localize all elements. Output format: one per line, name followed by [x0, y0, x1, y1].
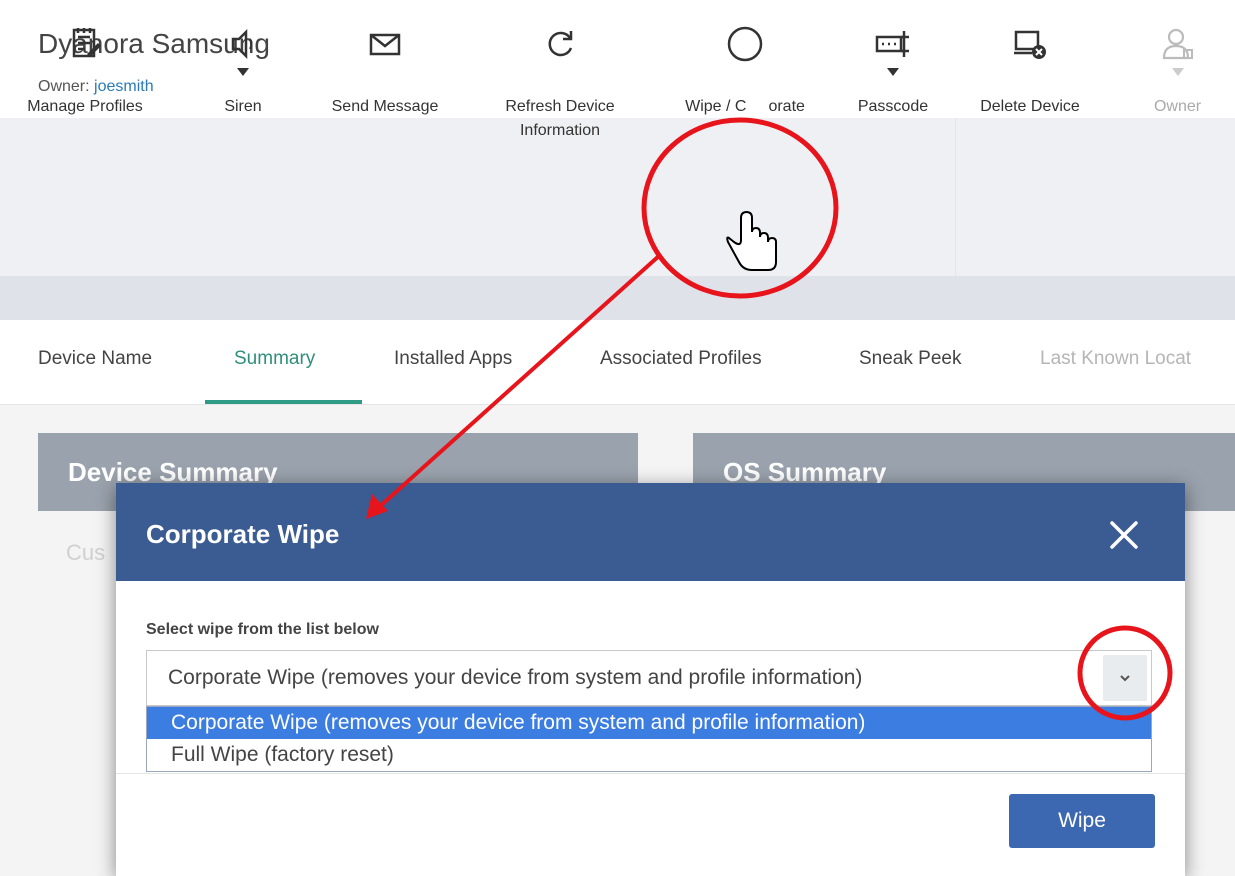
wipe-corporate-label: Wipe / C orate	[660, 95, 830, 119]
corporate-wipe-dialog: Corporate Wipe Select wipe from the list…	[116, 483, 1185, 876]
tab-sneak-peek[interactable]: Sneak Peek	[859, 348, 961, 370]
dialog-footer-divider	[116, 773, 1185, 774]
speaker-icon	[231, 28, 253, 60]
wipe-type-options-list: Corporate Wipe (removes your device from…	[146, 706, 1152, 772]
active-tab-indicator	[205, 400, 362, 404]
caret-down-icon	[1171, 68, 1184, 76]
passcode-label: Passcode	[857, 98, 929, 115]
refresh-device-label-line2: Information	[519, 122, 601, 139]
manage-profiles-label: Manage Profiles	[27, 98, 143, 115]
refresh-device-label: Refresh Device Information	[480, 95, 640, 143]
owner-label: Owner	[1153, 98, 1202, 115]
send-message-button[interactable]: Send Message	[310, 0, 460, 158]
tab-installed-apps[interactable]: Installed Apps	[394, 348, 512, 370]
send-message-label: Send Message	[331, 98, 439, 115]
refresh-icon	[548, 31, 573, 57]
tab-last-known-location[interactable]: Last Known Locat	[1040, 348, 1191, 370]
refresh-device-label-line1: Refresh Device	[505, 98, 615, 115]
delete-device-icon	[1014, 30, 1046, 59]
toolbar-band	[0, 276, 1235, 320]
siren-label: Siren	[224, 98, 262, 115]
tab-bar: Device Name Summary Installed Apps Assoc…	[0, 320, 1235, 405]
caret-down-icon	[237, 68, 249, 76]
wipe-button[interactable]: Wipe	[1009, 794, 1155, 848]
toolbar-divider	[955, 118, 956, 276]
manage-profiles-icon	[72, 28, 101, 58]
tab-associated-profiles[interactable]: Associated Profiles	[600, 348, 762, 370]
wipe-type-label: Select wipe from the list below	[146, 621, 379, 638]
dialog-title: Corporate Wipe	[146, 519, 340, 549]
siren-button[interactable]: Siren	[198, 0, 288, 158]
chevron-down-icon	[1120, 675, 1130, 682]
option-corporate-wipe[interactable]: Corporate Wipe (removes your device from…	[147, 707, 1151, 739]
wipe-label-tail: orate	[768, 98, 805, 115]
close-icon[interactable]	[1106, 517, 1142, 553]
dialog-header: Corporate Wipe	[116, 483, 1185, 581]
wipe-type-select[interactable]: Corporate Wipe (removes your device from…	[146, 650, 1152, 706]
delete-device-button[interactable]: Delete Device	[960, 0, 1100, 158]
circle-icon	[727, 26, 763, 62]
background-text: Cus	[66, 540, 106, 565]
passcode-button[interactable]: Passcode	[843, 0, 943, 158]
owner-icon	[1162, 28, 1193, 60]
manage-profiles-button[interactable]: Manage Profiles	[10, 0, 160, 158]
owner-button[interactable]: Owner	[1125, 0, 1230, 158]
caret-down-icon	[887, 68, 899, 76]
wipe-corporate-button[interactable]: Wipe / C orate	[660, 0, 830, 158]
tab-summary[interactable]: Summary	[234, 348, 315, 370]
wipe-type-selected-value: Corporate Wipe (removes your device from…	[168, 666, 863, 689]
refresh-device-button[interactable]: Refresh Device Information	[480, 0, 640, 158]
passcode-icon	[875, 31, 909, 57]
tab-device-name[interactable]: Device Name	[38, 348, 152, 370]
wipe-label-head: Wipe / C	[685, 98, 747, 115]
option-full-wipe[interactable]: Full Wipe (factory reset)	[147, 739, 1151, 771]
envelope-icon	[369, 33, 401, 56]
delete-device-label: Delete Device	[980, 98, 1080, 115]
dropdown-toggle-button[interactable]	[1103, 655, 1147, 701]
